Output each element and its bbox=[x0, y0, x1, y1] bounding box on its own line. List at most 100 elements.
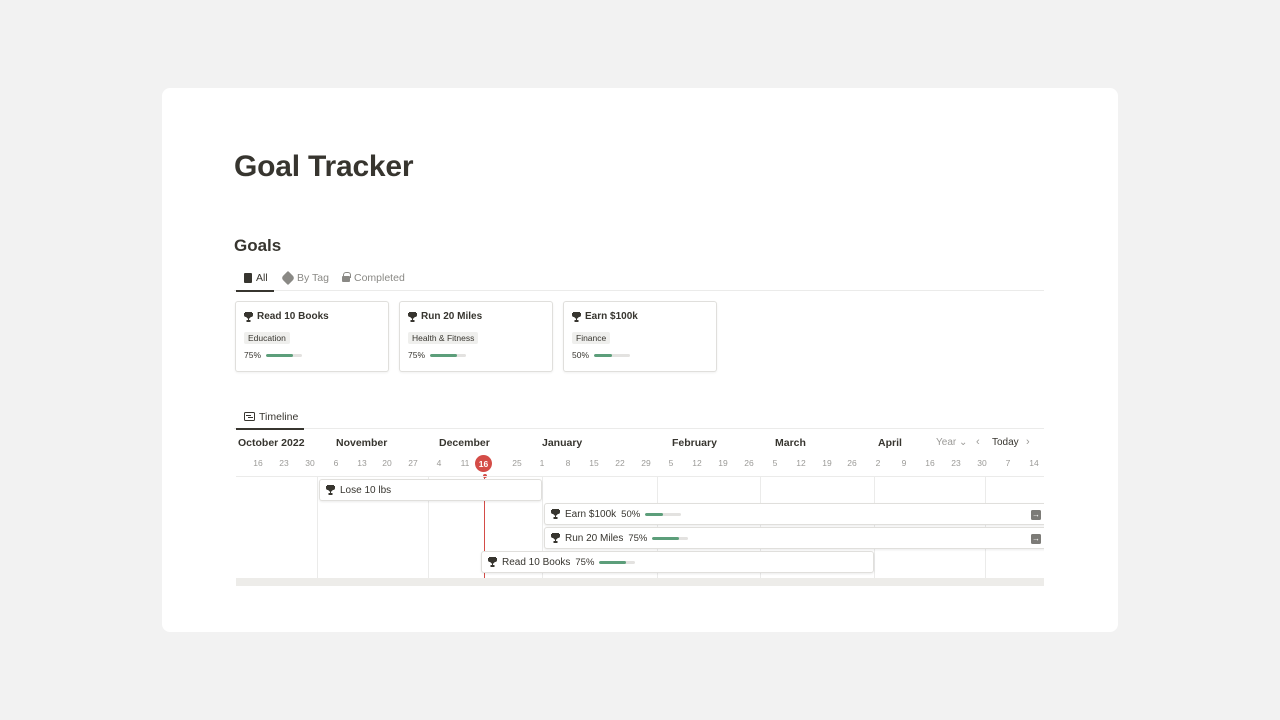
tab-label: All bbox=[256, 271, 268, 284]
timeline-bar[interactable]: Run 20 Miles 75% → bbox=[544, 527, 1044, 549]
progress-fill bbox=[266, 353, 294, 357]
page-title: Goal Tracker bbox=[234, 150, 414, 183]
bar-title: Run 20 Miles bbox=[565, 532, 624, 544]
day-label: 1 bbox=[539, 458, 545, 468]
day-label: 30 bbox=[305, 458, 315, 468]
tag-badge: Education bbox=[244, 332, 290, 344]
timeline-scrollbar[interactable] bbox=[236, 578, 1044, 586]
progress-bar bbox=[652, 536, 689, 540]
day-label: 9 bbox=[901, 458, 907, 468]
chevron-right-icon[interactable]: › bbox=[1026, 436, 1030, 448]
progress: 75% bbox=[408, 350, 467, 360]
day-label: 16 bbox=[925, 458, 935, 468]
day-label: 6 bbox=[333, 458, 339, 468]
day-label: 11 bbox=[460, 458, 470, 468]
day-label: 20 bbox=[382, 458, 392, 468]
progress: 50% bbox=[572, 350, 631, 360]
day-label: 27 bbox=[408, 458, 418, 468]
day-label: 26 bbox=[744, 458, 754, 468]
chevron-left-icon[interactable]: ‹ bbox=[976, 436, 980, 448]
trophy-icon bbox=[572, 311, 581, 322]
progress-fill bbox=[652, 536, 680, 540]
goal-card[interactable]: Earn $100k Finance 50% bbox=[563, 301, 717, 372]
day-label: 25 bbox=[512, 458, 522, 468]
timeline-days: 16 23 30 6 13 20 27 4 11 25 1 8 15 22 29 5 12 19 26 5 12 19 26… bbox=[0, 458, 1280, 470]
view-tabs: All By Tag Completed bbox=[234, 264, 1044, 292]
progress-fill bbox=[430, 353, 458, 357]
day-label: 5 bbox=[772, 458, 778, 468]
goal-card-title: Read 10 Books bbox=[244, 311, 329, 322]
day-label: 12 bbox=[796, 458, 806, 468]
tab-label: By Tag bbox=[297, 271, 329, 284]
day-label: 4 bbox=[436, 458, 442, 468]
goal-card[interactable]: Read 10 Books Education 75% bbox=[235, 301, 389, 372]
progress-bar bbox=[599, 560, 636, 564]
arrow-right-icon[interactable]: → bbox=[1031, 534, 1041, 544]
lock-icon bbox=[342, 272, 351, 282]
trophy-icon bbox=[244, 311, 253, 322]
timeline-bar[interactable]: Earn $100k 50% → bbox=[544, 503, 1044, 525]
progress-fill bbox=[645, 512, 664, 516]
day-label: 13 bbox=[357, 458, 367, 468]
tab-label: Completed bbox=[354, 271, 405, 284]
progress-label: 75% bbox=[244, 350, 262, 360]
tab-completed[interactable]: Completed bbox=[342, 264, 405, 291]
day-label: 16 bbox=[253, 458, 263, 468]
timeline-bar[interactable]: Read 10 Books 75% bbox=[481, 551, 874, 573]
day-label: 19 bbox=[718, 458, 728, 468]
progress-label: 75% bbox=[628, 532, 648, 544]
day-label: 5 bbox=[668, 458, 674, 468]
day-label: 29 bbox=[641, 458, 651, 468]
progress: 75% bbox=[244, 350, 303, 360]
goal-card-title-text: Earn $100k bbox=[585, 311, 638, 322]
arrow-right-icon[interactable]: → bbox=[1031, 510, 1041, 520]
book-icon bbox=[244, 272, 252, 283]
section-title: Goals bbox=[234, 236, 282, 255]
day-label: 8 bbox=[565, 458, 571, 468]
progress-fill bbox=[594, 353, 613, 357]
day-label: 2 bbox=[875, 458, 881, 468]
progress-bar bbox=[266, 353, 303, 357]
day-label: 30 bbox=[977, 458, 987, 468]
progress-bar bbox=[594, 353, 631, 357]
progress-label: 75% bbox=[408, 350, 426, 360]
timeline-tabs: Timeline bbox=[234, 404, 1044, 430]
bar-title: Lose 10 lbs bbox=[340, 484, 392, 496]
progress-label: 50% bbox=[572, 350, 590, 360]
trophy-icon bbox=[551, 533, 560, 543]
goal-card-title: Run 20 Miles bbox=[408, 311, 482, 322]
today-button[interactable]: Today bbox=[992, 437, 1019, 448]
progress-label: 50% bbox=[621, 508, 641, 520]
trophy-icon bbox=[488, 557, 497, 567]
progress-bar bbox=[430, 353, 467, 357]
tab-timeline[interactable]: Timeline bbox=[236, 404, 305, 430]
progress-bar bbox=[645, 512, 682, 516]
tab-all[interactable]: All bbox=[236, 264, 274, 292]
goal-card-title-text: Read 10 Books bbox=[257, 311, 329, 322]
goal-card[interactable]: Run 20 Miles Health & Fitness 75% bbox=[399, 301, 553, 372]
trophy-icon bbox=[551, 509, 560, 519]
trophy-icon bbox=[326, 485, 335, 495]
tag-icon bbox=[280, 270, 296, 285]
day-label: 7 bbox=[1005, 458, 1011, 468]
day-label: 19 bbox=[822, 458, 832, 468]
timeline-icon bbox=[244, 412, 255, 421]
day-label: 23 bbox=[951, 458, 961, 468]
goal-card-title-text: Run 20 Miles bbox=[421, 311, 483, 322]
timeline-bar[interactable]: Lose 10 lbs bbox=[319, 479, 542, 501]
day-label: 14 bbox=[1029, 458, 1039, 468]
day-label: 22 bbox=[615, 458, 625, 468]
tag-badge: Finance bbox=[572, 332, 611, 344]
tab-label: Timeline bbox=[259, 410, 299, 423]
timeline-body: Lose 10 lbs Earn $100k 50% → Run 20 Mile… bbox=[236, 476, 1044, 586]
goal-card-title: Earn $100k bbox=[572, 311, 638, 322]
progress-label: 75% bbox=[575, 556, 595, 568]
day-label: 23 bbox=[279, 458, 289, 468]
trophy-icon bbox=[408, 311, 417, 322]
day-label: 26 bbox=[847, 458, 857, 468]
bar-title: Read 10 Books bbox=[502, 556, 571, 568]
view-select[interactable]: Year ⌄ bbox=[936, 437, 967, 448]
bar-title: Earn $100k bbox=[565, 508, 617, 520]
tab-by-tag[interactable]: By Tag bbox=[280, 264, 329, 291]
today-marker: 16 bbox=[475, 455, 492, 472]
